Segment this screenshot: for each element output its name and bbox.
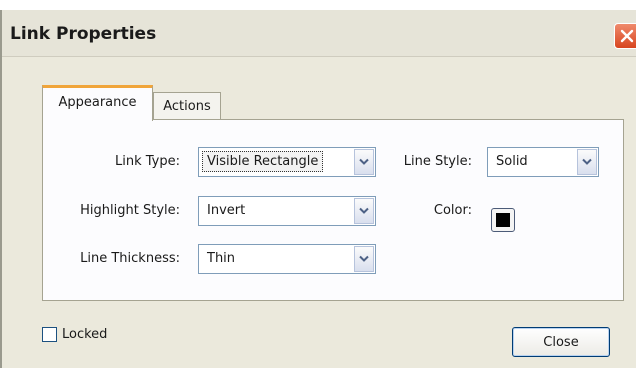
close-button-label: Close	[543, 334, 579, 350]
color-label: Color:	[433, 203, 472, 218]
link-properties-dialog: Link Properties Appearance Actions Link …	[0, 10, 636, 368]
color-picker-button[interactable]	[491, 208, 515, 232]
locked-label[interactable]: Locked	[62, 327, 107, 342]
dialog-title: Link Properties	[10, 24, 157, 44]
locked-checkbox[interactable]	[42, 327, 57, 342]
line-style-value: Solid	[496, 154, 528, 169]
tab-appearance-label: Appearance	[58, 95, 137, 110]
window-close-button[interactable]	[614, 23, 636, 49]
highlight-style-label: Highlight Style:	[80, 203, 180, 218]
tab-actions-label: Actions	[163, 98, 211, 114]
chevron-down-icon	[359, 158, 369, 165]
chevron-down-icon	[359, 255, 369, 262]
line-style-dropdown-button[interactable]	[577, 149, 597, 175]
title-bar: Link Properties	[2, 10, 636, 57]
link-type-dropdown-button[interactable]	[354, 149, 374, 175]
color-swatch	[496, 213, 510, 227]
highlight-style-select[interactable]: Invert	[198, 196, 376, 226]
close-button[interactable]: Close	[512, 327, 610, 357]
chevron-down-icon	[359, 207, 369, 214]
link-type-select[interactable]: Visible Rectangle	[198, 147, 376, 177]
highlight-style-value: Invert	[207, 203, 246, 218]
line-thickness-dropdown-button[interactable]	[354, 246, 374, 272]
highlight-style-dropdown-button[interactable]	[354, 198, 374, 224]
tab-appearance[interactable]: Appearance	[42, 85, 153, 121]
line-thickness-label: Line Thickness:	[80, 251, 180, 266]
link-type-label: Link Type:	[115, 154, 180, 169]
line-style-label: Line Style:	[403, 154, 472, 169]
line-style-select[interactable]: Solid	[487, 147, 599, 177]
link-type-value: Visible Rectangle	[202, 151, 324, 172]
chevron-down-icon	[582, 158, 592, 165]
line-thickness-value: Thin	[207, 251, 236, 266]
tab-actions[interactable]: Actions	[153, 92, 221, 119]
line-thickness-select[interactable]: Thin	[198, 244, 376, 274]
close-icon	[620, 29, 634, 43]
